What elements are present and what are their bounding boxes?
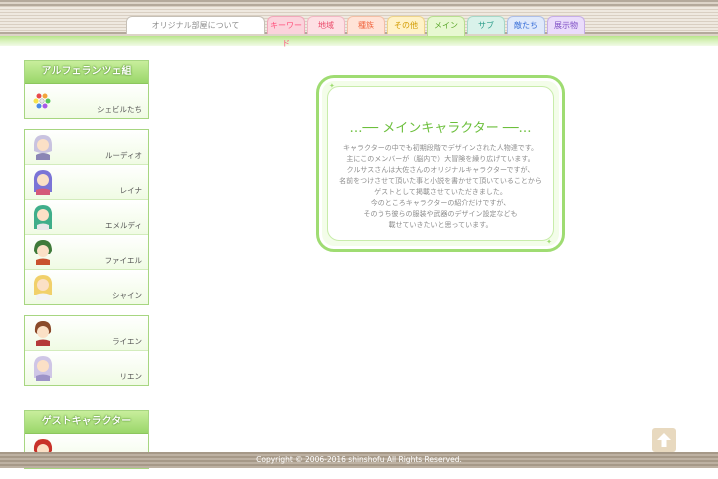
tab-species[interactable]: 種族 [347,16,385,34]
main-character-card: ✦ ✦ …── メインキャラクター ──… キャラクターの中でも初期段階でデザイ… [316,75,565,252]
card-inner: …── メインキャラクター ──… キャラクターの中でも初期段階でデザインされた… [327,86,554,241]
description-line: 主にこのメンバーが（脳内で）大冒険を繰り広げています。 [346,155,535,163]
character-avatar-icon [33,170,53,195]
tab-main[interactable]: メイン [427,16,465,36]
description-line: クルサスさんは大佐さんのオリジナルキャラクターですが、 [346,166,535,174]
page-title: …── メインキャラクター ──… [349,121,532,136]
character-avatar-icon [34,321,52,346]
sidebar-group-title: アルフェランツェ組 [25,61,148,84]
tab-exhibits[interactable]: 展示物 [547,16,585,34]
sidebar-item-emerdy[interactable]: エメルディ [25,199,148,234]
sidebar-item-reina[interactable]: レイナ [25,164,148,199]
header-accent-strip [0,36,718,46]
sidebar-item-shine[interactable]: シャイン [25,269,148,304]
arrow-up-icon [657,433,671,447]
sidebar-item-label: ファイエル [104,256,142,265]
sidebar-item-label: リエン [119,372,143,381]
sidebar-item-label: シェビルたち [97,105,142,114]
sidebar-item-label: レイナ [119,186,142,195]
tab-enemies[interactable]: 敵たち [507,16,545,34]
sidebar-item-shebiru[interactable]: シェビルたち [25,84,148,118]
description-line: ゲストとして掲載させていただきました。 [374,188,507,196]
tab-region[interactable]: 地域 [307,16,345,34]
description: キャラクターの中でも初期段階でデザインされた人物達です。 主にこのメンバーが（脳… [334,143,547,231]
sidebar-item-label: シャイン [112,291,142,300]
sidebar-item-label: エメルディ [105,221,142,230]
sidebar-item-label: ルーディオ [105,151,142,160]
character-avatar-icon [33,275,53,300]
tab-bar: オリジナル部屋について キーワード 地域 種族 その他 メイン サブ 敵たち 展… [126,16,587,48]
sidebar-group-alferanze: アルフェランツェ組 シェビルたち [24,60,149,119]
description-line: 載せていきたいと思っています。 [388,221,493,229]
character-avatar-icon [33,205,53,230]
character-avatar-icon [33,356,53,381]
tab-sub[interactable]: サブ [467,16,505,34]
sidebar: アルフェランツェ組 シェビルたち ルーディオ レイナ エメルディ ファイエル シ… [24,60,149,479]
description-line: そのうち彼らの服装や武器のデザイン設定なども [363,210,518,218]
dots-icon [33,93,51,109]
sidebar-group-main: ルーディオ レイナ エメルディ ファイエル シャイン [24,129,149,305]
tab-keyword[interactable]: キーワード [267,16,305,48]
sidebar-item-label: ライエン [112,337,142,346]
copyright-text: Copyright © 2006-2016 shinshofu All Righ… [256,455,462,464]
tab-about[interactable]: オリジナル部屋について [126,16,265,34]
character-avatar-icon [34,240,52,265]
description-line: キャラクターの中でも初期段階でデザインされた人物達です。 [342,144,539,152]
character-avatar-icon [34,135,52,160]
footer: Copyright © 2006-2016 shinshofu All Righ… [0,452,718,468]
description-line: 名前をつけさせて頂いた事と小説を書かせて頂いていることから [339,177,542,185]
description-line: 今のところキャラクターの紹介だけですが、 [370,199,511,207]
sidebar-item-fire[interactable]: ファイエル [25,234,148,269]
tab-other[interactable]: その他 [387,16,425,34]
sidebar-group-twins: ライエン リエン [24,315,149,386]
back-to-top-button[interactable] [652,428,676,452]
sidebar-item-rien[interactable]: リエン [25,350,148,385]
sidebar-group-title: ゲストキャラクター [25,411,148,434]
sidebar-item-raien[interactable]: ライエン [25,316,148,350]
sidebar-item-ludio[interactable]: ルーディオ [25,130,148,164]
